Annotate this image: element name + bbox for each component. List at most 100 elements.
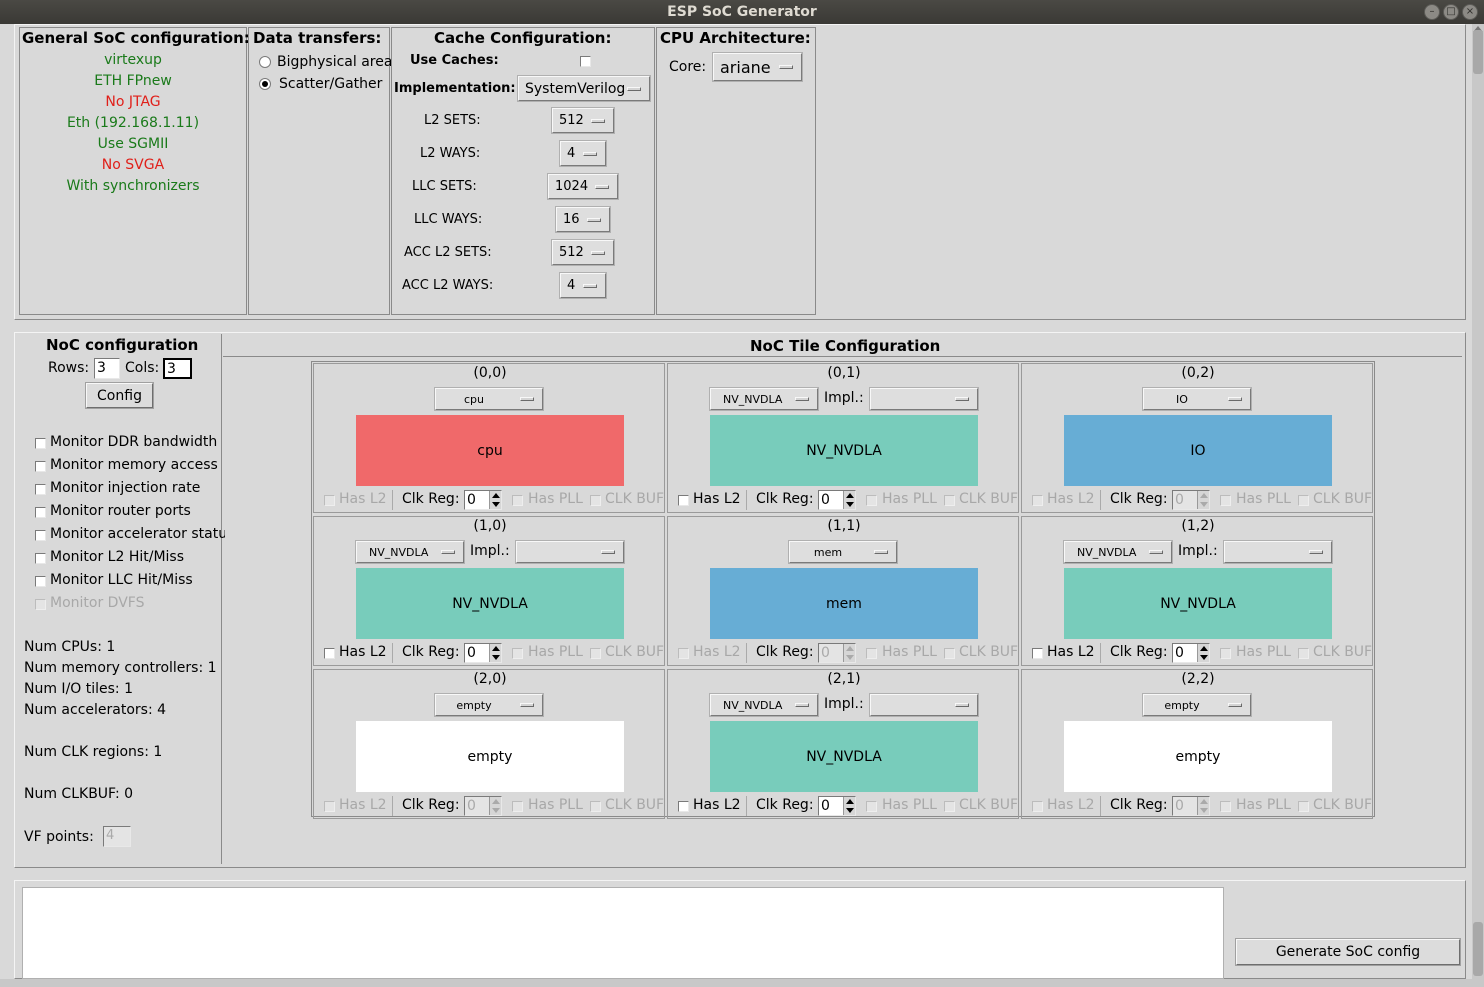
clk-buf-checkbox[interactable] <box>590 801 601 812</box>
cols-input[interactable]: 3 <box>163 358 192 379</box>
tile-box[interactable]: mem <box>710 568 978 639</box>
monitor-option[interactable]: Monitor injection rate <box>35 480 225 498</box>
has-l2-option[interactable]: Has L2 <box>324 490 394 510</box>
monitor-option[interactable]: Monitor LLC Hit/Miss <box>35 572 225 590</box>
monitor-checkbox[interactable] <box>35 576 46 587</box>
clk-buf-option[interactable]: CLK BUF <box>944 796 1018 816</box>
monitor-checkbox[interactable] <box>35 530 46 541</box>
clk-buf-checkbox[interactable] <box>944 495 955 506</box>
clk-reg-spinbox[interactable]: 0 <box>1172 490 1210 510</box>
has-pll-option[interactable]: Has PLL <box>1220 796 1296 816</box>
has-pll-option[interactable]: Has PLL <box>512 643 588 663</box>
cache-row-dropdown[interactable]: 4 <box>560 273 606 298</box>
tile-type-dropdown[interactable]: NV_NVDLA <box>710 694 818 716</box>
cache-row-dropdown[interactable]: 4 <box>560 141 606 166</box>
tile-type-dropdown[interactable]: empty <box>435 694 543 716</box>
has-l2-option[interactable]: Has L2 <box>1032 796 1102 816</box>
close-icon[interactable]: × <box>1462 4 1478 20</box>
monitor-checkbox[interactable] <box>35 484 46 495</box>
radio-scatter-gather-indicator[interactable] <box>259 78 271 90</box>
has-pll-option[interactable]: Has PLL <box>866 490 942 510</box>
monitor-option[interactable]: Monitor router ports <box>35 503 225 521</box>
clk-buf-option[interactable]: CLK BUF <box>1298 796 1372 816</box>
clk-buf-option[interactable]: CLK BUF <box>1298 490 1372 510</box>
monitor-checkbox[interactable] <box>35 461 46 472</box>
impl-dropdown[interactable] <box>1224 541 1332 563</box>
has-pll-option[interactable]: Has PLL <box>866 643 942 663</box>
tile-box[interactable]: empty <box>1064 721 1332 792</box>
has-l2-option[interactable]: Has L2 <box>1032 643 1102 663</box>
monitor-option[interactable]: Monitor DDR bandwidth <box>35 434 225 452</box>
cache-row-dropdown[interactable]: 512 <box>552 108 614 133</box>
clk-buf-option[interactable]: CLK BUF <box>944 643 1018 663</box>
spin-arrows-icon[interactable] <box>489 644 501 662</box>
spin-arrows-icon[interactable] <box>1197 797 1209 815</box>
scroll-thumb[interactable] <box>1473 30 1483 74</box>
monitor-checkbox[interactable] <box>35 599 46 610</box>
vf-points-input[interactable]: 4 <box>103 826 131 847</box>
has-pll-checkbox[interactable] <box>512 801 523 812</box>
vertical-scrollbar[interactable] <box>1472 24 1484 979</box>
has-pll-checkbox[interactable] <box>512 648 523 659</box>
monitor-checkbox[interactable] <box>35 507 46 518</box>
clk-buf-option[interactable]: CLK BUF <box>590 796 664 816</box>
spin-arrows-icon[interactable] <box>843 797 855 815</box>
spin-arrows-icon[interactable] <box>1197 644 1209 662</box>
has-pll-option[interactable]: Has PLL <box>1220 490 1296 510</box>
tile-box[interactable]: NV_NVDLA <box>710 721 978 792</box>
has-pll-checkbox[interactable] <box>1220 801 1231 812</box>
has-l2-checkbox[interactable] <box>1032 648 1043 659</box>
clk-reg-spinbox[interactable]: 0 <box>1172 796 1210 816</box>
tile-type-dropdown[interactable]: NV_NVDLA <box>1064 541 1172 563</box>
has-l2-option[interactable]: Has L2 <box>678 643 748 663</box>
tile-type-dropdown[interactable]: NV_NVDLA <box>356 541 464 563</box>
clk-reg-spinbox[interactable]: 0 <box>818 796 856 816</box>
has-l2-checkbox[interactable] <box>1032 801 1043 812</box>
has-l2-option[interactable]: Has L2 <box>1032 490 1102 510</box>
clk-buf-checkbox[interactable] <box>944 801 955 812</box>
has-l2-checkbox[interactable] <box>324 801 335 812</box>
impl-dropdown[interactable] <box>870 388 978 410</box>
clk-buf-option[interactable]: CLK BUF <box>944 490 1018 510</box>
cache-row-dropdown[interactable]: 16 <box>556 207 610 232</box>
spin-arrows-icon[interactable] <box>1197 491 1209 509</box>
tile-box[interactable]: IO <box>1064 415 1332 486</box>
clk-buf-checkbox[interactable] <box>590 495 601 506</box>
clk-reg-spinbox[interactable]: 0 <box>818 643 856 663</box>
has-pll-option[interactable]: Has PLL <box>1220 643 1296 663</box>
clk-reg-spinbox[interactable]: 0 <box>818 490 856 510</box>
has-pll-checkbox[interactable] <box>1220 495 1231 506</box>
tile-type-dropdown[interactable]: empty <box>1143 694 1251 716</box>
has-l2-option[interactable]: Has L2 <box>324 643 394 663</box>
clk-buf-checkbox[interactable] <box>590 648 601 659</box>
has-pll-option[interactable]: Has PLL <box>512 490 588 510</box>
clk-buf-checkbox[interactable] <box>1298 648 1309 659</box>
log-output-area[interactable] <box>22 887 1224 979</box>
scroll-thumb-lower[interactable] <box>1473 922 1483 976</box>
rows-input[interactable]: 3 <box>94 358 120 379</box>
cache-row-dropdown[interactable]: 512 <box>552 240 614 265</box>
maximize-icon[interactable]: □ <box>1443 4 1459 20</box>
clk-buf-checkbox[interactable] <box>1298 495 1309 506</box>
clk-buf-option[interactable]: CLK BUF <box>1298 643 1372 663</box>
monitor-option[interactable]: Monitor accelerator statu <box>35 526 225 544</box>
horizontal-scrollbar[interactable] <box>0 979 1484 987</box>
spin-arrows-icon[interactable] <box>843 491 855 509</box>
has-pll-checkbox[interactable] <box>512 495 523 506</box>
has-l2-checkbox[interactable] <box>1032 495 1043 506</box>
has-pll-checkbox[interactable] <box>866 801 877 812</box>
has-pll-option[interactable]: Has PLL <box>866 796 942 816</box>
clk-reg-spinbox[interactable]: 0 <box>464 490 502 510</box>
use-caches-checkbox[interactable] <box>580 56 591 67</box>
has-l2-checkbox[interactable] <box>678 801 689 812</box>
radio-bigphysical-indicator[interactable] <box>259 56 271 68</box>
impl-dropdown[interactable] <box>870 694 978 716</box>
has-l2-option[interactable]: Has L2 <box>324 796 394 816</box>
has-pll-option[interactable]: Has PLL <box>512 796 588 816</box>
tile-type-dropdown[interactable]: mem <box>789 541 897 563</box>
spin-arrows-icon[interactable] <box>489 491 501 509</box>
has-l2-option[interactable]: Has L2 <box>678 796 748 816</box>
has-l2-checkbox[interactable] <box>678 648 689 659</box>
monitor-option[interactable]: Monitor L2 Hit/Miss <box>35 549 225 567</box>
tile-box[interactable]: NV_NVDLA <box>1064 568 1332 639</box>
